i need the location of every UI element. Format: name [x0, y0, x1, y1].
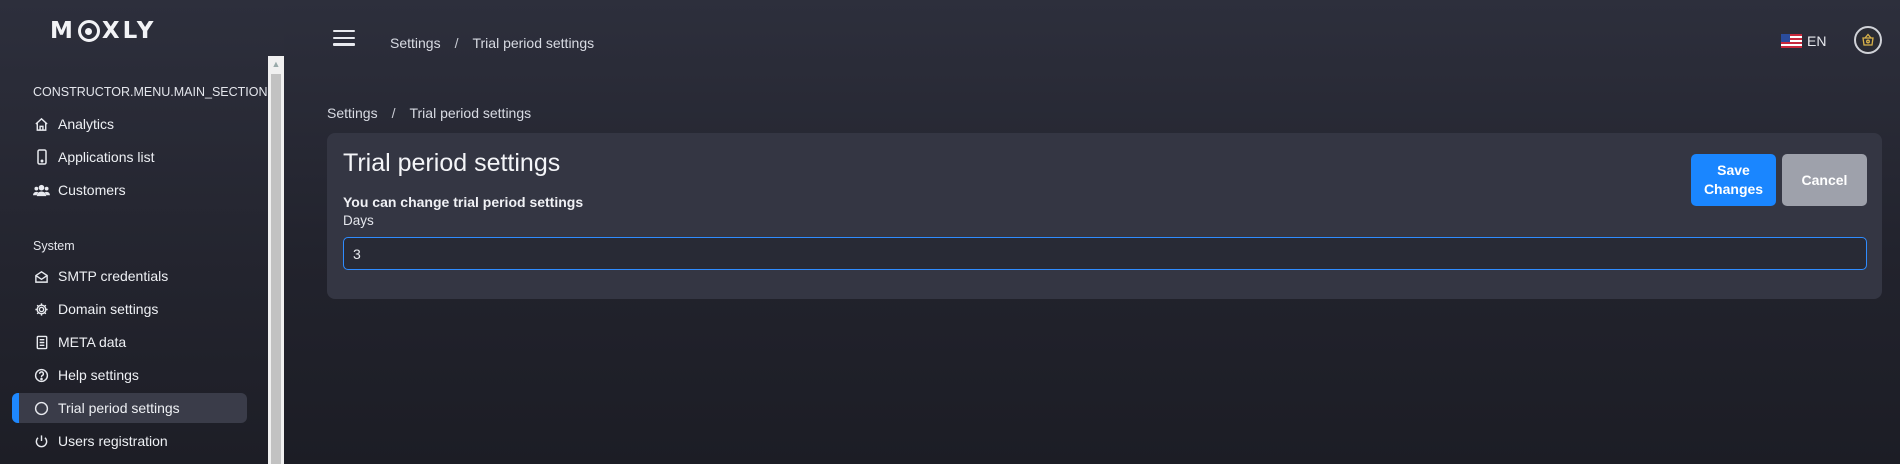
- home-icon: [33, 116, 50, 133]
- sidebar-item-help-settings[interactable]: Help settings: [12, 360, 247, 390]
- sidebar-scrollbar[interactable]: ▲: [268, 56, 284, 464]
- sidebar-item-trial-period-settings[interactable]: Trial period settings: [12, 393, 247, 423]
- breadcrumb-separator: /: [391, 105, 396, 121]
- sidebar-item-label: META data: [58, 334, 127, 350]
- sidebar-item-meta-data[interactable]: META data: [12, 327, 247, 357]
- avatar-badge-icon: [1862, 33, 1874, 46]
- system-section-title: System: [33, 239, 75, 253]
- breadcrumb-settings-link[interactable]: Settings: [390, 35, 441, 51]
- sidebar-item-users-registration[interactable]: Users registration: [12, 426, 247, 456]
- sidebar: M XLY CONSTRUCTOR.MENU.MAIN_SECTION Anal…: [0, 0, 284, 464]
- scroll-up-arrow-icon[interactable]: ▲: [268, 56, 284, 72]
- logo-mark-icon: [77, 20, 100, 42]
- breadcrumb-separator: /: [454, 35, 459, 51]
- language-selector[interactable]: EN: [1781, 33, 1826, 49]
- moxly-logo[interactable]: M XLY: [50, 14, 156, 48]
- sidebar-item-label: Analytics: [58, 116, 115, 132]
- sidebar-item-label: Trial period settings: [58, 400, 180, 416]
- breadcrumb-current: Trial period settings: [472, 35, 595, 51]
- sidebar-item-applications-list[interactable]: Applications list: [12, 142, 247, 172]
- sidebar-item-customers[interactable]: Customers: [12, 175, 247, 205]
- page-title: Trial period settings: [343, 149, 561, 177]
- sidebar-item-label: Customers: [58, 182, 126, 198]
- mail-icon: [33, 268, 50, 285]
- sidebar-item-domain-settings[interactable]: Domain settings: [12, 294, 247, 324]
- scrollbar-thumb[interactable]: [271, 74, 281, 464]
- breadcrumb-settings-link[interactable]: Settings: [327, 105, 378, 121]
- trial-period-card: Trial period settings You can change tri…: [327, 133, 1882, 299]
- sidebar-item-label: Users registration: [58, 433, 168, 449]
- main-section-title: CONSTRUCTOR.MENU.MAIN_SECTION: [33, 85, 268, 99]
- help-icon: [33, 367, 50, 384]
- menu-toggle-button[interactable]: [333, 30, 355, 46]
- days-label: Days: [343, 213, 374, 228]
- days-input[interactable]: [343, 237, 1867, 270]
- sidebar-item-analytics[interactable]: Analytics: [12, 109, 247, 139]
- sidebar-item-label: Domain settings: [58, 301, 159, 317]
- cancel-button[interactable]: Cancel: [1782, 154, 1867, 206]
- gear-icon: [33, 301, 50, 318]
- sidebar-item-label: Help settings: [58, 367, 139, 383]
- users-icon: [33, 182, 50, 199]
- document-icon: [33, 334, 50, 351]
- save-changes-button[interactable]: Save Changes: [1691, 154, 1776, 206]
- us-flag-icon: [1781, 34, 1802, 48]
- mobile-icon: [33, 149, 50, 166]
- avatar[interactable]: [1854, 26, 1882, 54]
- page-breadcrumb: Settings / Trial period settings: [327, 105, 531, 121]
- power-icon: [33, 433, 50, 450]
- circle-icon: [33, 400, 50, 417]
- sidebar-item-label: Applications list: [58, 149, 155, 165]
- header-breadcrumb: Settings / Trial period settings: [390, 35, 594, 51]
- language-label: EN: [1807, 33, 1827, 49]
- sidebar-item-smtp-credentials[interactable]: SMTP credentials: [12, 261, 247, 291]
- breadcrumb-current: Trial period settings: [409, 105, 532, 121]
- card-subtitle: You can change trial period settings: [343, 194, 584, 210]
- sidebar-item-label: SMTP credentials: [58, 268, 169, 284]
